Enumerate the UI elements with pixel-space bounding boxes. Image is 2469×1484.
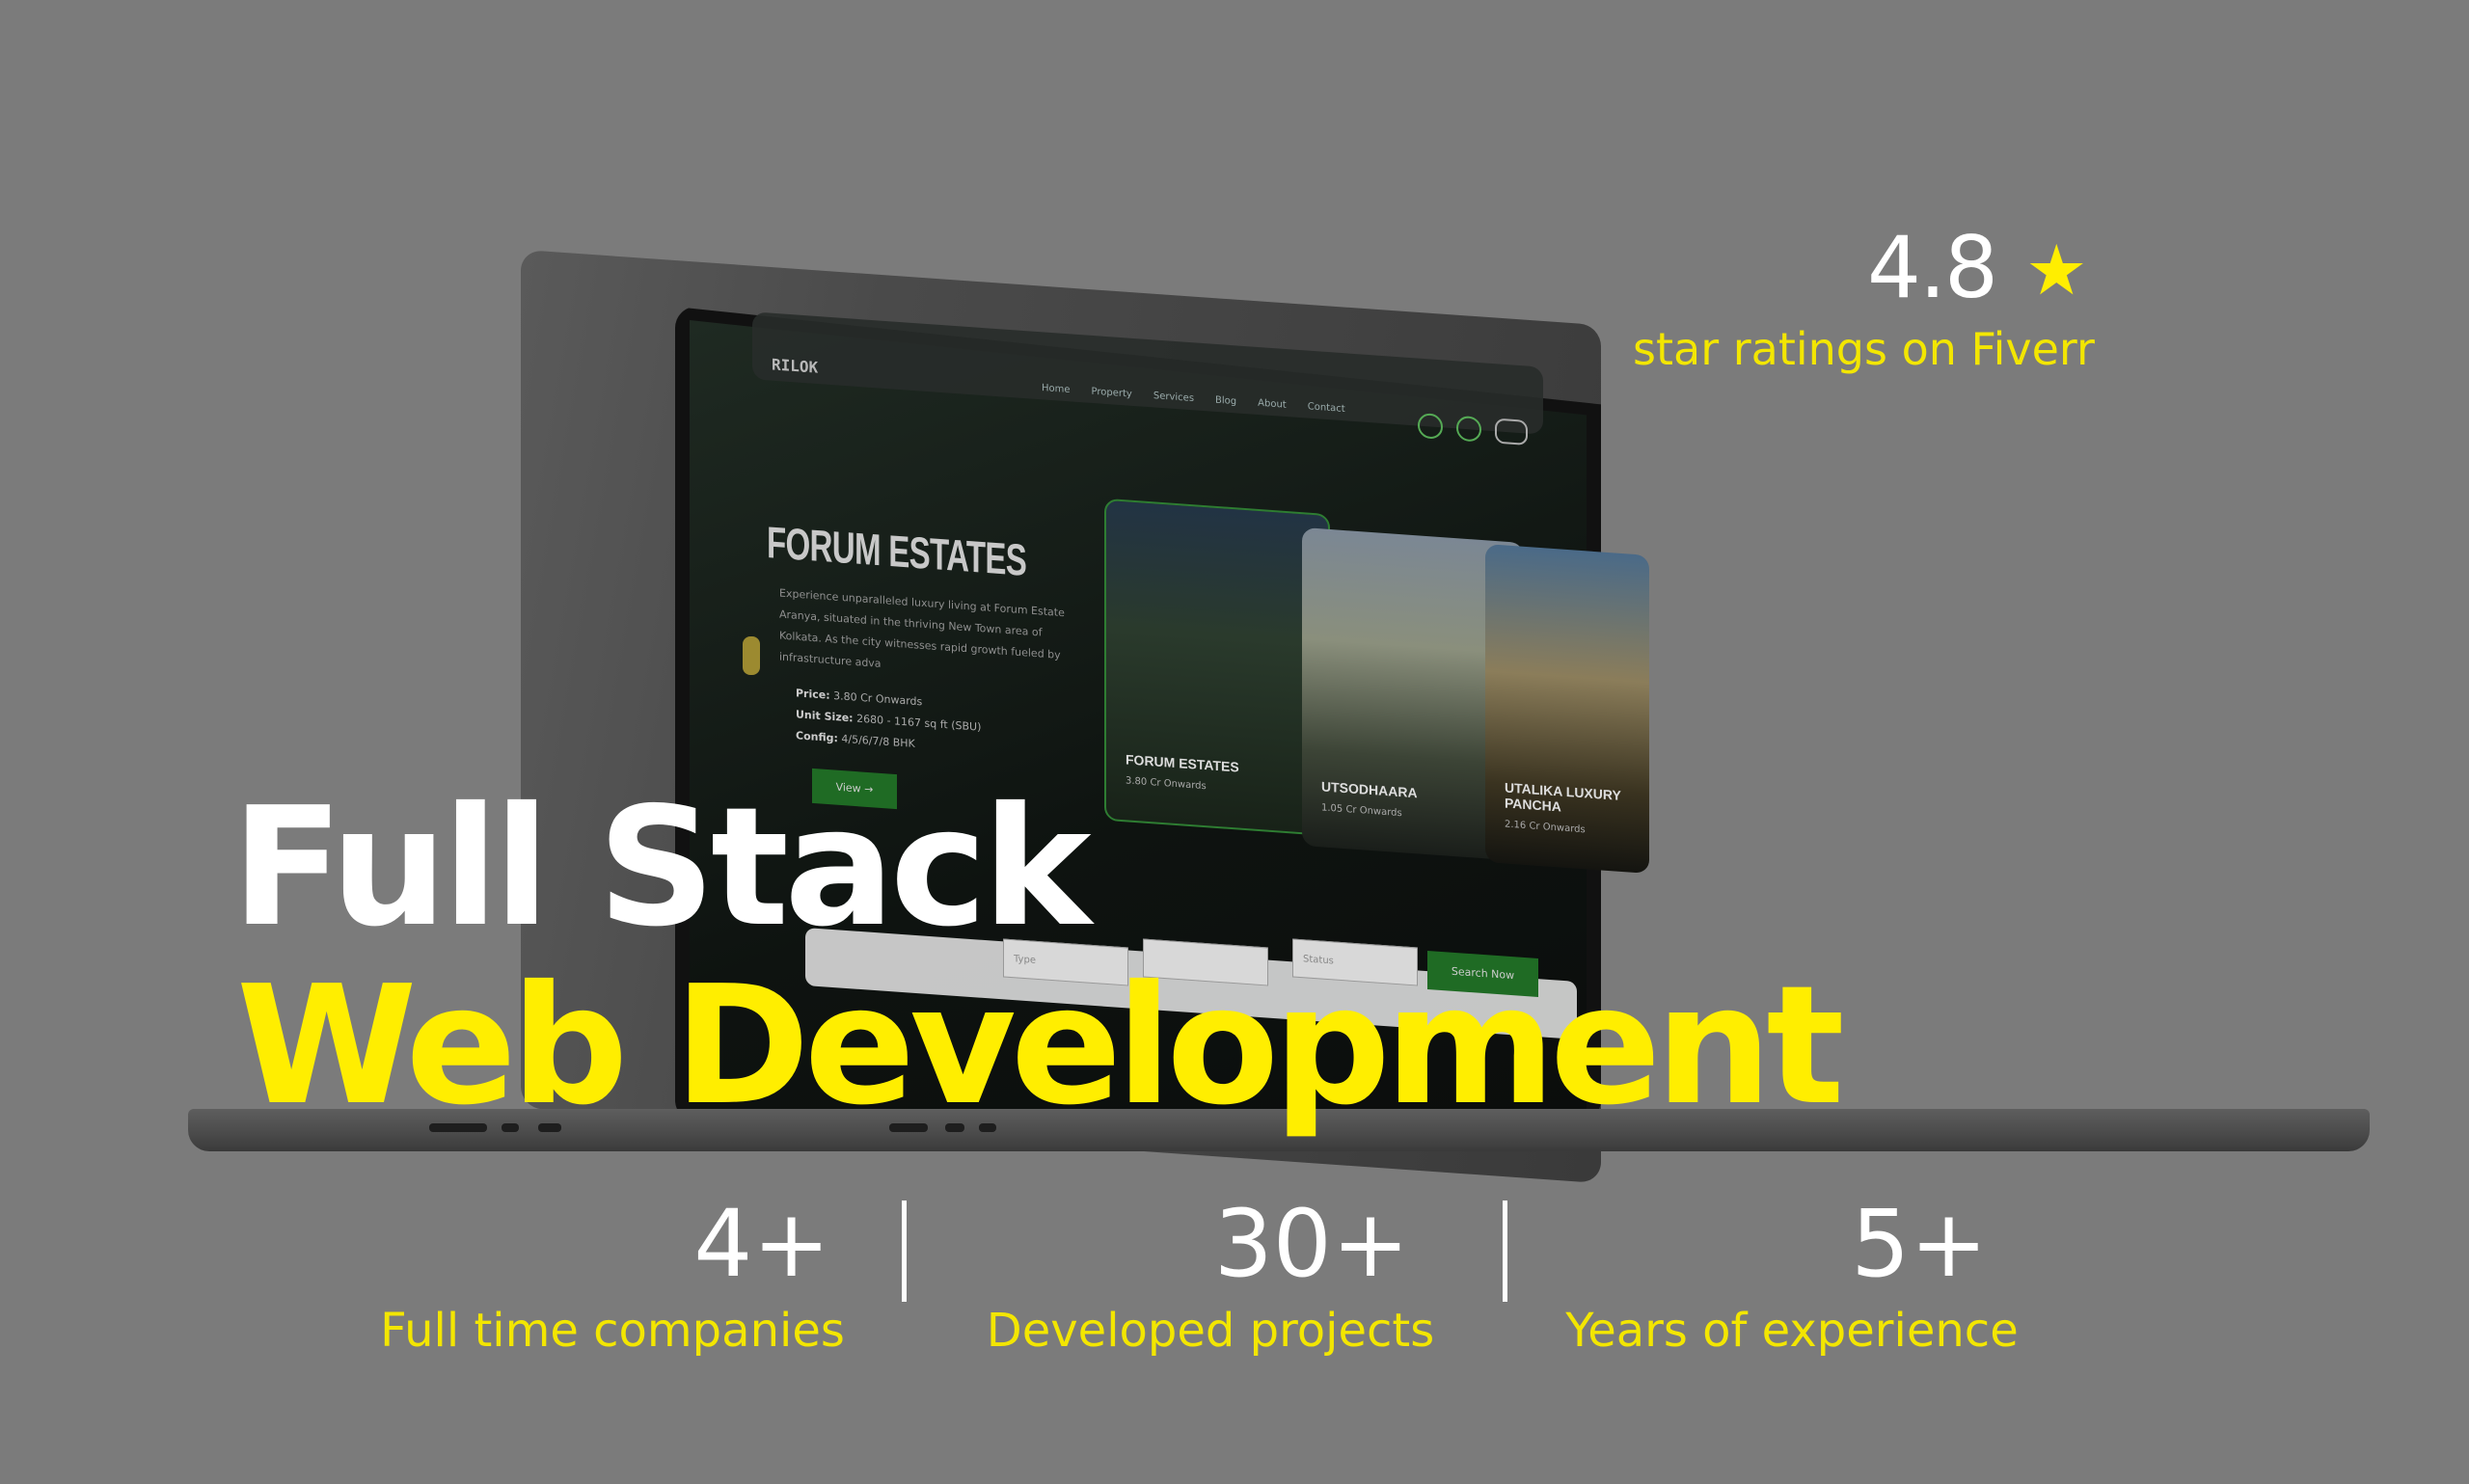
card-title: FORUM ESTATES [1126, 751, 1239, 775]
screen-menu-item: Blog [1215, 394, 1237, 408]
card-title: UTALIKA LUXURY PANCHA [1505, 779, 1621, 815]
stat-value: 5+ [1851, 1190, 1988, 1298]
stat-divider [902, 1201, 907, 1302]
stat-divider [1503, 1201, 1507, 1302]
heart-icon [1456, 415, 1481, 443]
stat-value: 4+ [693, 1190, 830, 1298]
screen-details: Price: 3.80 Cr Onwards Unit Size: 2680 -… [796, 683, 981, 759]
hero-title-line2: Web Development [236, 951, 1845, 1142]
screen-menu-item: Home [1042, 382, 1071, 396]
rating-label: star ratings on Fiverr [1633, 323, 2095, 375]
screen-menu-item: About [1258, 397, 1287, 411]
card-subtitle: 2.16 Cr Onwards [1505, 819, 1586, 836]
rating-value: 4.8 [1867, 218, 1998, 317]
card-title: UTSODHAARA [1321, 778, 1418, 801]
card-subtitle: 1.05 Cr Onwards [1321, 802, 1402, 820]
stat-value: 30+ [1213, 1190, 1410, 1298]
cart-icon [1418, 413, 1443, 440]
stat-label: Years of experience [1565, 1304, 2019, 1358]
card-subtitle: 3.80 Cr Onwards [1126, 775, 1207, 793]
theme-toggle-icon [1495, 418, 1528, 445]
screen-side-tab [743, 636, 760, 675]
screen-logo: RILOK [772, 355, 819, 377]
stat-label: Developed projects [986, 1304, 1435, 1358]
hero-title-line1: Full Stack [231, 772, 1092, 963]
property-card: UTALIKA LUXURY PANCHA 2.16 Cr Onwards [1485, 544, 1649, 874]
property-card: FORUM ESTATES 3.80 Cr Onwards [1104, 498, 1330, 837]
stat-label: Full time companies [380, 1304, 845, 1358]
star-icon: ★ [2025, 229, 2088, 310]
